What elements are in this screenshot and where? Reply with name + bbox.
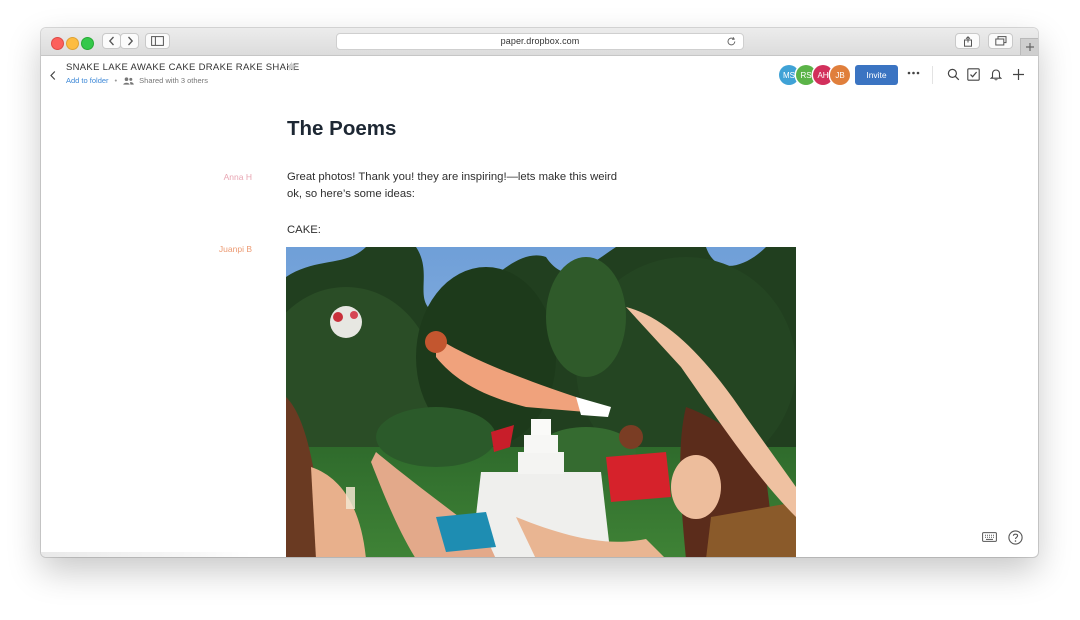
plus-icon[interactable] — [1012, 68, 1025, 81]
author-label: Juanpi B — [218, 244, 252, 254]
meta-separator: • — [114, 76, 118, 85]
zoom-window-button[interactable] — [81, 37, 94, 50]
url-text: paper.dropbox.com — [500, 36, 580, 46]
document-title[interactable]: SNAKE LAKE AWAKE CAKE DRAKE RAKE SHAKE — [66, 62, 300, 73]
tabs-icon[interactable] — [988, 33, 1013, 49]
back-arrow-icon[interactable] — [49, 70, 57, 81]
new-tab-icon[interactable] — [1020, 38, 1038, 55]
add-to-folder-link[interactable]: Add to folder — [66, 76, 109, 85]
more-icon[interactable] — [907, 71, 920, 75]
browser-toolbar: paper.dropbox.com — [41, 28, 1038, 56]
address-bar[interactable]: paper.dropbox.com — [336, 33, 744, 50]
bottom-shadow — [41, 552, 251, 557]
star-icon[interactable] — [286, 61, 297, 72]
embedded-photo[interactable] — [286, 247, 796, 557]
avatar[interactable]: JB — [830, 65, 850, 85]
shared-with-text[interactable]: Shared with 3 others — [139, 76, 208, 85]
paragraph-text[interactable]: Great photos! Thank you! they are inspir… — [287, 169, 617, 186]
keyboard-icon[interactable] — [982, 532, 997, 542]
document-meta: Add to folder • Shared with 3 others — [66, 76, 208, 85]
bell-icon[interactable] — [990, 68, 1002, 81]
browser-window: paper.dropbox.com SNAKE LAKE AWAKE CAKE … — [41, 28, 1038, 557]
sidebar-icon[interactable] — [145, 33, 170, 49]
paragraph-text[interactable]: ok, so here’s some ideas: — [287, 186, 415, 203]
author-label: Anna H — [223, 172, 252, 182]
help-icon[interactable] — [1008, 530, 1023, 545]
back-nav-icon[interactable] — [102, 33, 121, 49]
forward-nav-icon[interactable] — [120, 33, 139, 49]
page-title[interactable]: The Poems — [287, 117, 396, 141]
reload-icon[interactable] — [726, 36, 737, 47]
share-icon[interactable] — [955, 33, 980, 49]
paragraph-text[interactable]: CAKE: — [287, 222, 321, 239]
search-icon[interactable] — [947, 68, 960, 81]
people-icon — [123, 76, 134, 85]
minimize-window-button[interactable] — [66, 37, 79, 50]
close-window-button[interactable] — [51, 37, 64, 50]
checklist-icon[interactable] — [967, 68, 980, 81]
toolbar-divider — [932, 66, 933, 84]
invite-button[interactable]: Invite — [855, 65, 898, 85]
